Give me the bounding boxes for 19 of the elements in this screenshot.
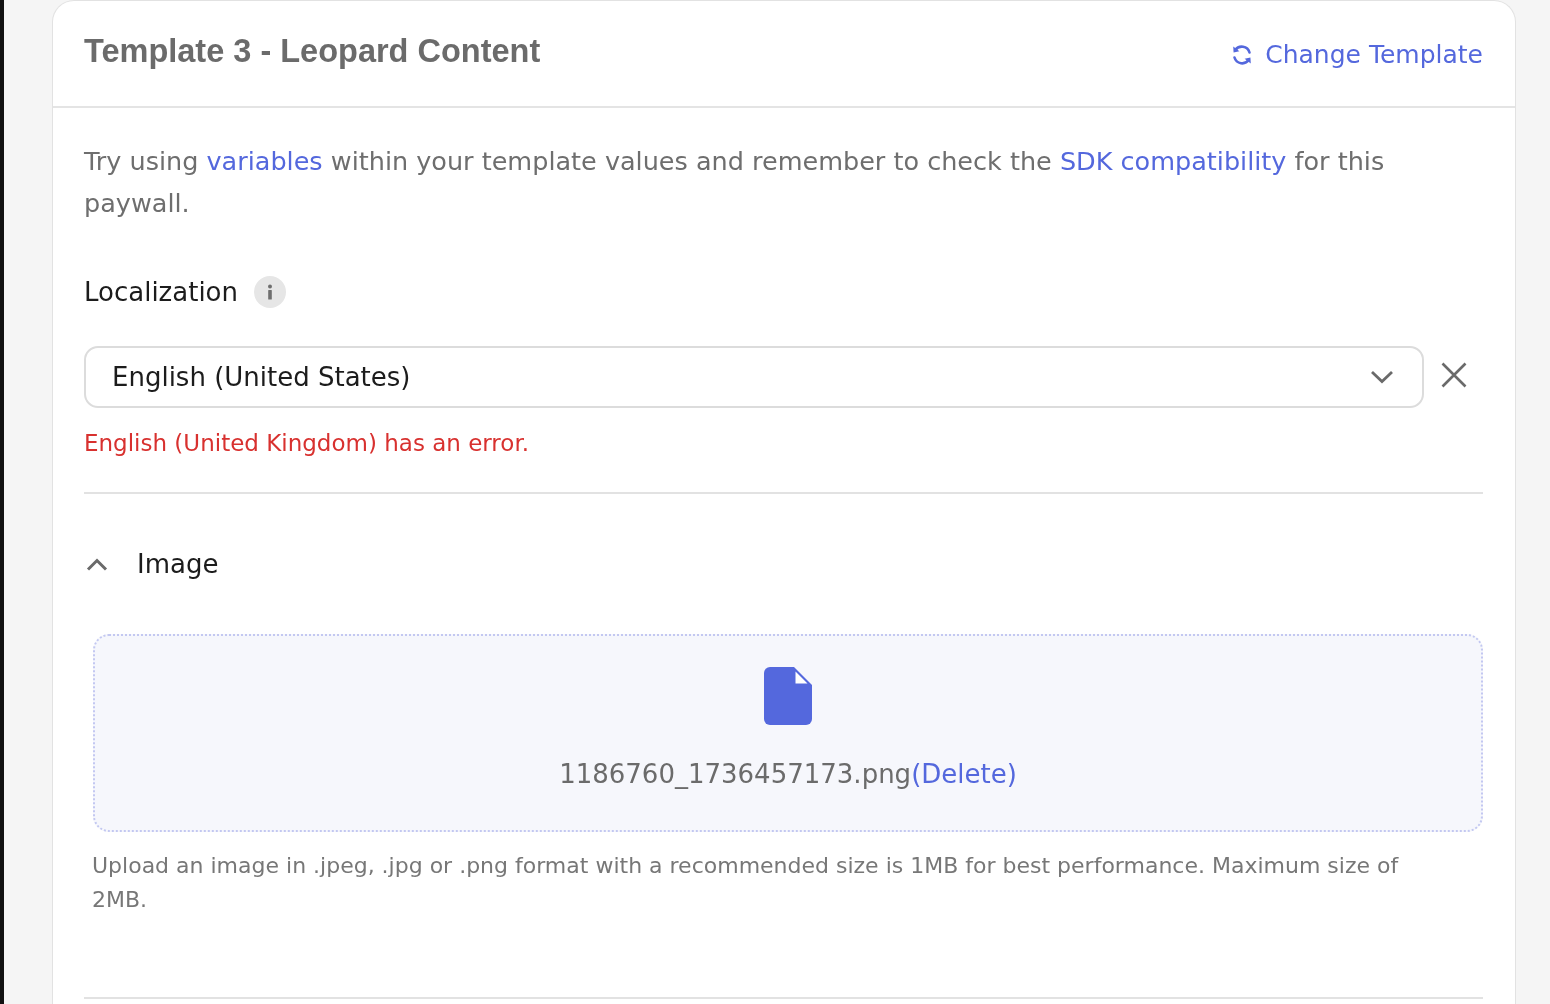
upload-hint: Upload an image in .jpeg, .jpg or .png format with a recommended size is 1MB for best performance. Maximum size of 2MB. (92, 852, 1400, 914)
error-message: English (United Kingdom) has an error. (84, 429, 531, 458)
intro-text: Try using variables within your template values and remember to check the SDK compatibility for this paywall. (84, 145, 1386, 220)
clear-button[interactable] (1441, 362, 1467, 388)
localization-label: Localization (84, 277, 238, 307)
card-title: Template 3 - Leopard Content (84, 33, 541, 70)
chevron-up-icon (86, 557, 108, 571)
delete-link[interactable]: (Delete) (911, 759, 1017, 789)
file-name: 1186760_1736457173.png (559, 759, 912, 789)
inline-link[interactable]: variables (206, 146, 323, 176)
change-template-link[interactable]: Change Template (1230, 40, 1483, 69)
info-icon[interactable] (254, 276, 286, 308)
inline-link[interactable]: SDK compatibility (1059, 146, 1287, 176)
file-icon (764, 667, 812, 725)
chevron-down-icon (1370, 370, 1394, 384)
localization-select[interactable]: English (United States) (84, 346, 1424, 408)
close-icon (1441, 362, 1467, 388)
section-toggle[interactable]: Image (84, 546, 219, 582)
upload-dropzone[interactable]: 1186760_1736457173.png(Delete) (93, 634, 1483, 832)
